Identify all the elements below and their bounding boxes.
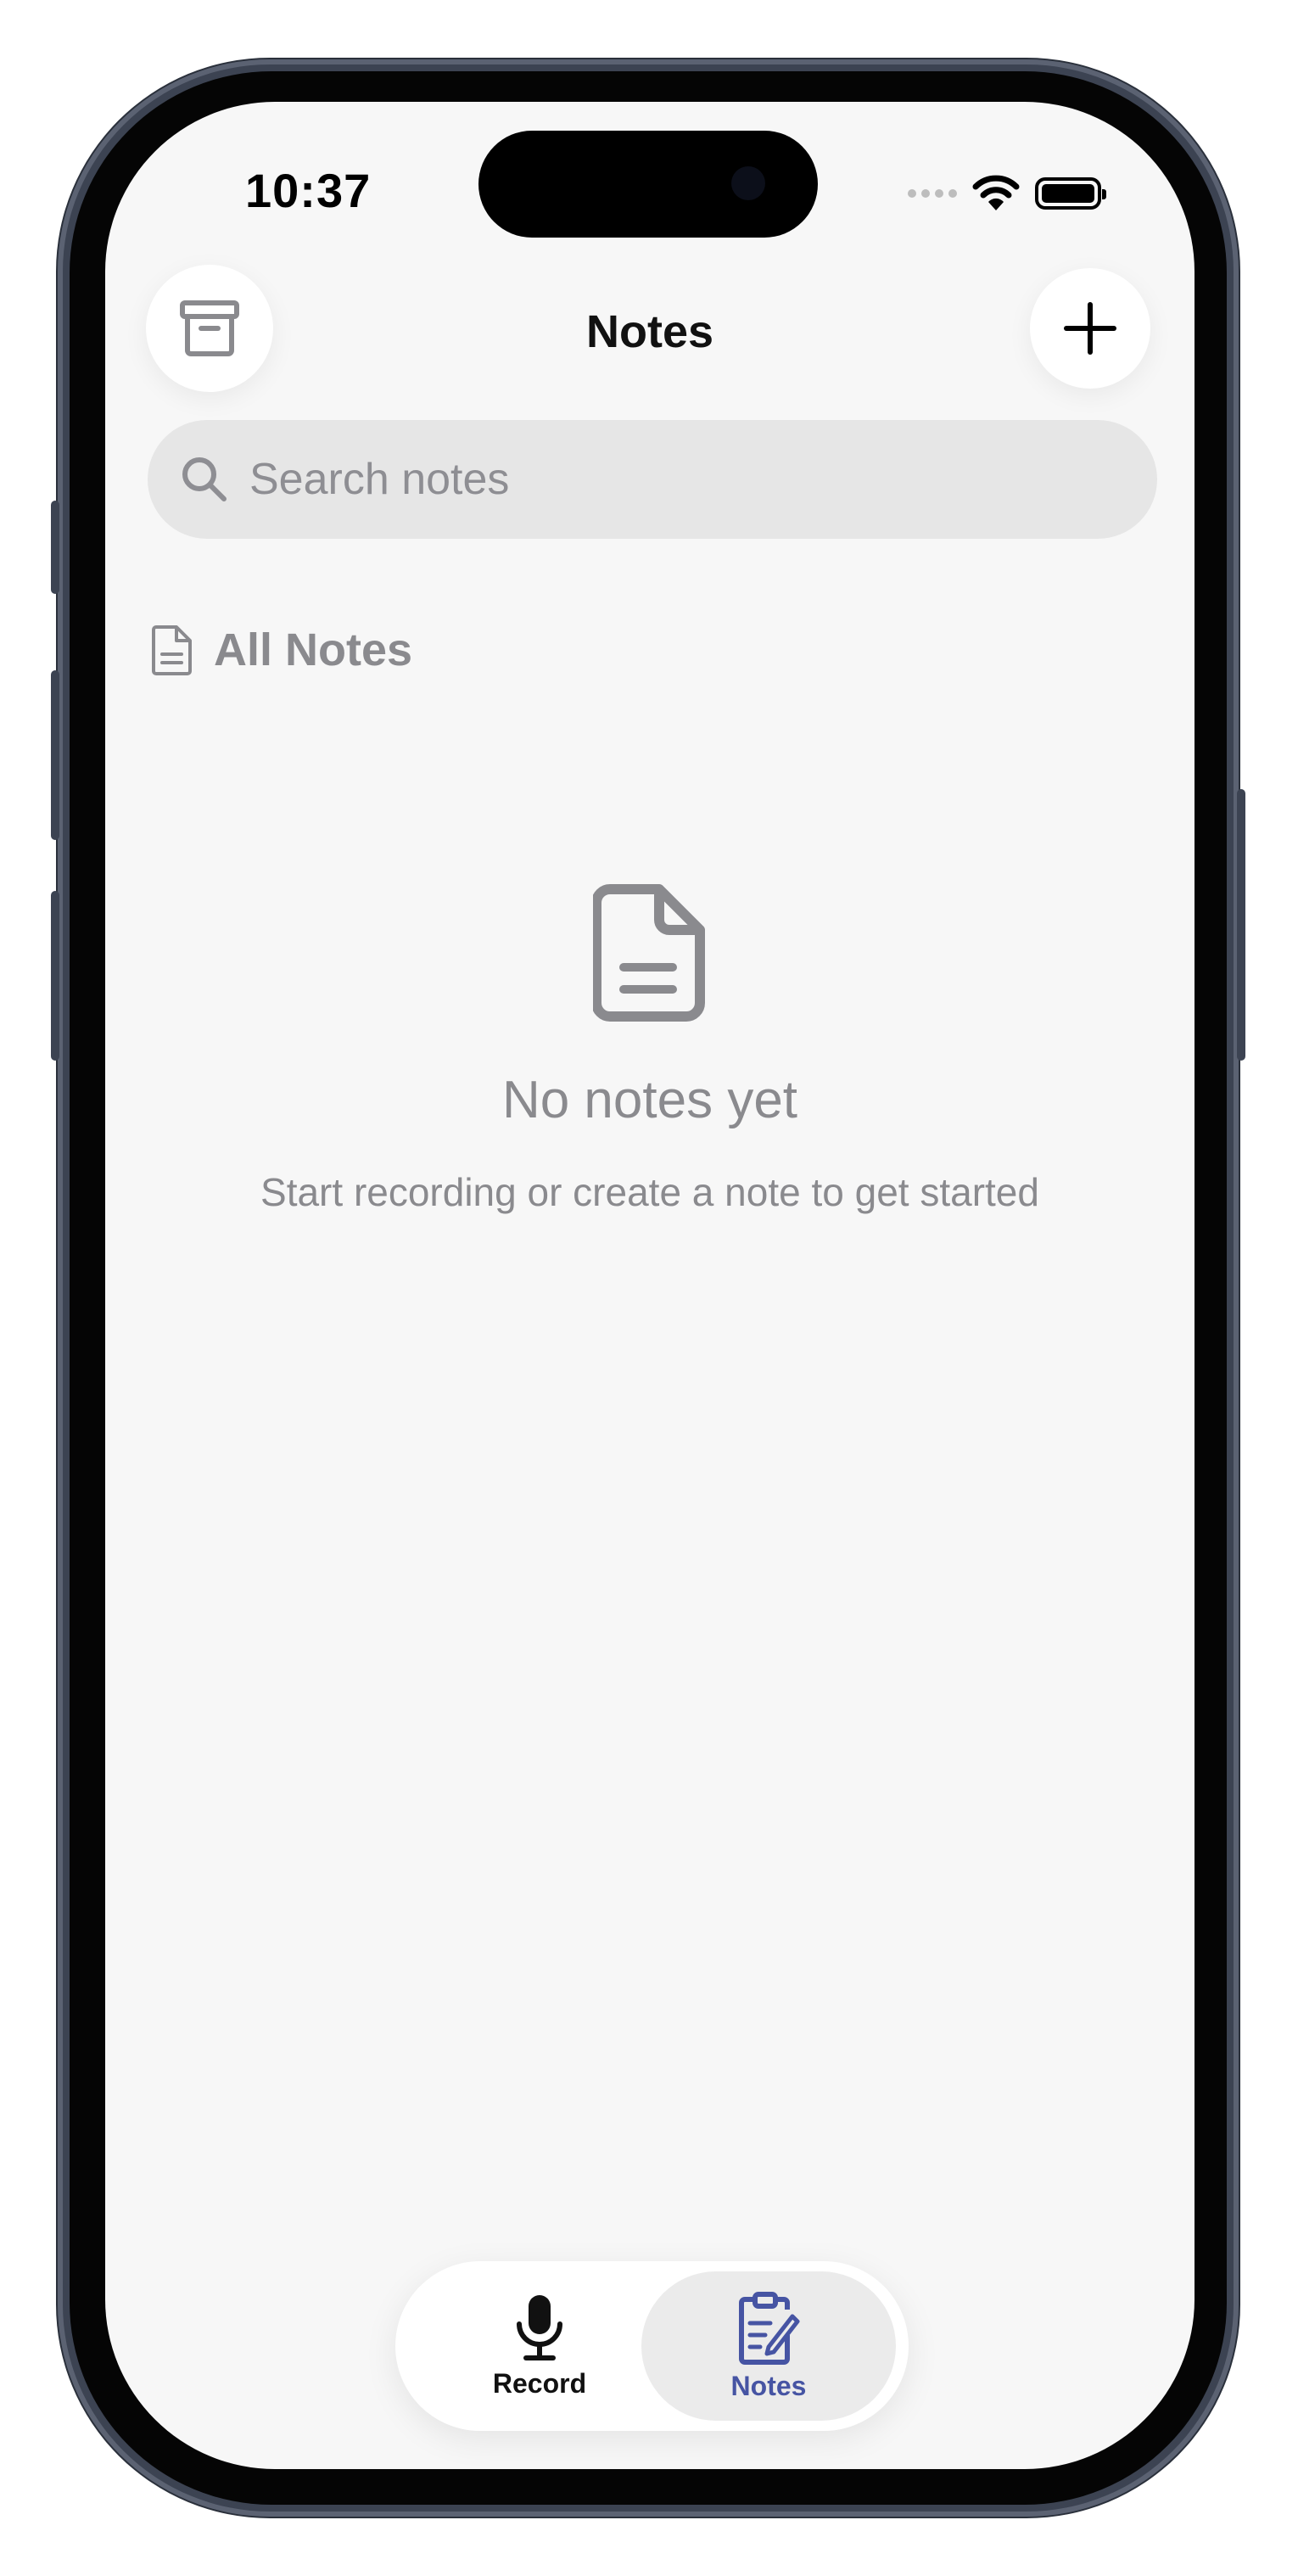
tab-notes[interactable]: Notes	[641, 2271, 896, 2421]
screen: 10:37 Notes Search notes All Notes No no…	[105, 102, 1194, 2469]
tab-record-label: Record	[492, 2367, 587, 2399]
cellular-signal-icon	[908, 189, 957, 198]
volume-up-button	[51, 670, 59, 840]
clipboard-edit-icon	[739, 2291, 800, 2365]
tab-record[interactable]: Record	[412, 2271, 667, 2421]
empty-state-title: No notes yet	[501, 1071, 798, 1129]
action-button	[51, 501, 59, 594]
section-all-notes[interactable]: All Notes	[151, 624, 412, 676]
empty-state-subtitle: Start recording or create a note to get …	[260, 1170, 1039, 1214]
volume-down-button	[51, 891, 59, 1061]
plus-icon	[1064, 302, 1116, 355]
add-note-button[interactable]	[1030, 268, 1150, 389]
search-icon	[180, 455, 229, 504]
search-bar[interactable]	[148, 420, 1157, 539]
status-icons	[908, 168, 1106, 219]
camera-lens	[731, 166, 765, 200]
dynamic-island	[478, 131, 818, 238]
wifi-icon	[972, 175, 1020, 210]
document-icon	[152, 625, 192, 675]
section-label: All Notes	[214, 624, 413, 675]
tab-notes-label: Notes	[730, 2370, 807, 2401]
empty-state: No notes yet Start recording or create a…	[105, 882, 1194, 1215]
tab-bar: Record Notes	[395, 2261, 909, 2431]
search-input[interactable]	[248, 453, 1157, 506]
microphone-icon	[517, 2294, 562, 2360]
battery-icon	[1035, 177, 1106, 210]
status-time: 10:37	[245, 164, 372, 217]
power-button	[1237, 789, 1245, 1061]
empty-document-icon	[591, 884, 705, 1022]
